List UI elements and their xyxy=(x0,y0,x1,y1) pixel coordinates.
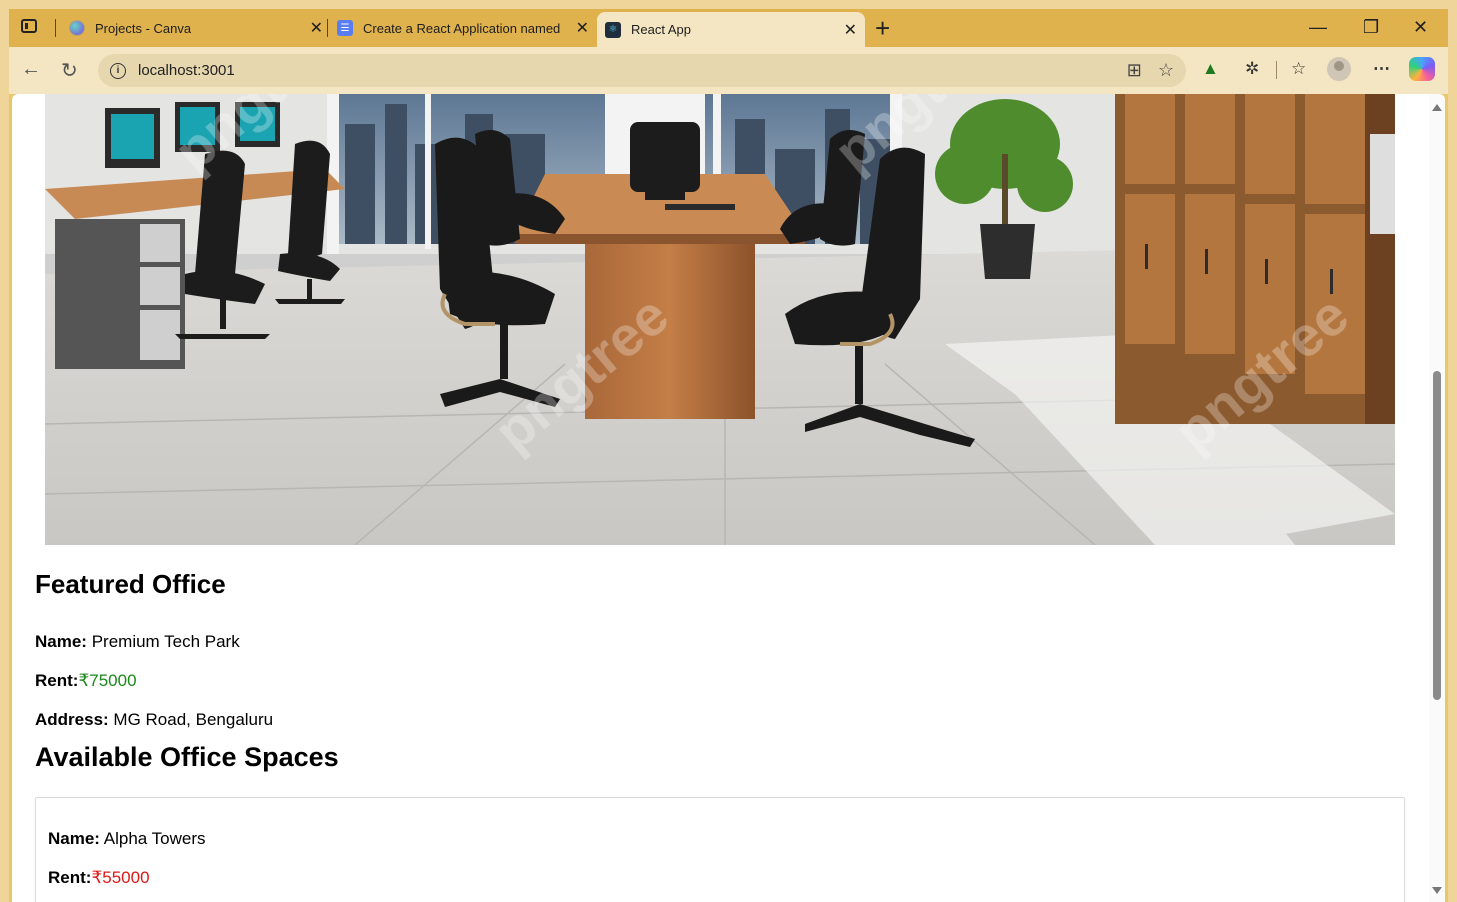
profile-avatar[interactable] xyxy=(1327,57,1351,81)
back-icon[interactable]: ← xyxy=(21,58,41,81)
featured-name: Name: Premium Tech Park xyxy=(35,632,240,652)
office-hero-image: pngtree pngtree pngtree pngtree xyxy=(45,94,1395,545)
office-rent: Rent:₹55000 xyxy=(48,868,150,888)
refresh-icon[interactable]: ↻ xyxy=(61,58,78,83)
url-text[interactable]: localhost:3001 xyxy=(138,62,235,79)
tab-react-app[interactable]: ⚛ React App ✕ xyxy=(597,12,865,47)
copilot-icon[interactable] xyxy=(1409,57,1435,81)
name-label: Name: xyxy=(48,829,100,848)
featured-address: Address: MG Road, Bengaluru xyxy=(35,710,273,730)
tab-title: Create a React Application named xyxy=(363,20,561,36)
name-value: Alpha Towers xyxy=(103,829,206,848)
rent-value: ₹75000 xyxy=(78,671,137,690)
featured-office-heading: Featured Office xyxy=(35,569,226,599)
rent-label: Rent: xyxy=(35,671,79,690)
office-card: Name: Alpha Towers Rent:₹55000 xyxy=(35,797,1405,902)
close-icon[interactable]: ✕ xyxy=(310,18,323,38)
rent-value: ₹55000 xyxy=(91,868,150,887)
tab-title: React App xyxy=(631,22,691,37)
tab-separator xyxy=(55,19,56,37)
scroll-down-icon[interactable] xyxy=(1432,887,1442,894)
favorite-star-icon[interactable]: ☆ xyxy=(1158,60,1174,81)
address-bar-actions: ⊞ ☆ xyxy=(1127,60,1174,81)
close-icon[interactable]: ✕ xyxy=(844,20,857,40)
tab-actions-icon[interactable] xyxy=(21,19,37,33)
name-label: Name: xyxy=(35,632,87,651)
close-icon[interactable]: ✕ xyxy=(576,18,589,38)
rent-label: Rent: xyxy=(48,868,92,887)
office-illustration: pngtree pngtree pngtree pngtree xyxy=(45,94,1395,545)
vertical-scrollbar[interactable] xyxy=(1429,94,1445,902)
extension-icon[interactable]: ▲ xyxy=(1202,59,1219,79)
name-value: Premium Tech Park xyxy=(91,632,240,651)
toolbar-separator xyxy=(1276,61,1277,79)
immersive-reader-icon[interactable]: ⊞ xyxy=(1127,60,1142,81)
tab-strip: Projects - Canva ✕ ☰ Create a React Appl… xyxy=(9,9,1448,47)
page-viewport: pngtree pngtree pngtree pngtree Featured… xyxy=(12,94,1445,902)
restore-icon[interactable]: ❐ xyxy=(1363,17,1379,38)
tab-separator xyxy=(327,19,328,37)
scroll-up-icon[interactable] xyxy=(1432,104,1442,111)
navigation-bar: ← ↻ i localhost:3001 ⊞ ☆ ▲ ✲ ☆ ⋯ xyxy=(9,47,1448,94)
tab-title: Projects - Canva xyxy=(95,20,192,36)
more-options-icon[interactable]: ⋯ xyxy=(1373,59,1390,79)
close-window-icon[interactable]: ✕ xyxy=(1413,17,1428,38)
site-info-icon[interactable]: i xyxy=(110,62,126,79)
office-name: Name: Alpha Towers xyxy=(48,829,206,849)
minimize-icon[interactable]: — xyxy=(1309,17,1327,38)
browser-window: Projects - Canva ✕ ☰ Create a React Appl… xyxy=(9,9,1448,902)
react-icon: ⚛ xyxy=(605,21,621,38)
scrollbar-thumb[interactable] xyxy=(1433,371,1441,700)
extensions-puzzle-icon[interactable]: ✲ xyxy=(1245,59,1259,79)
tab-create-react-app[interactable]: ☰ Create a React Application named ✕ xyxy=(329,13,597,43)
new-tab-button[interactable]: + xyxy=(875,13,890,43)
available-offices-heading: Available Office Spaces xyxy=(35,742,339,772)
address-label: Address: xyxy=(35,710,109,729)
address-bar[interactable]: i localhost:3001 ⊞ ☆ xyxy=(98,54,1186,87)
favorites-icon[interactable]: ☆ xyxy=(1291,59,1306,79)
document-icon: ☰ xyxy=(337,20,353,36)
address-value: MG Road, Bengaluru xyxy=(113,710,274,729)
canva-icon xyxy=(69,20,85,36)
featured-rent: Rent:₹75000 xyxy=(35,671,137,691)
tab-projects-canva[interactable]: Projects - Canva ✕ xyxy=(61,13,331,43)
